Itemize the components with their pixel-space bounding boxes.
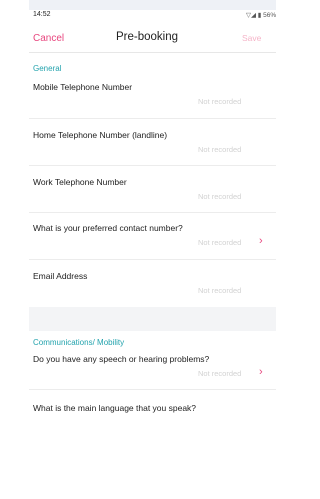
status-time: 14:52: [33, 11, 51, 18]
row-divider: [29, 118, 276, 119]
home-phone-label: Home Telephone Number (landline): [33, 130, 168, 140]
speech-hearing-label: Do you have any speech or hearing proble…: [33, 354, 210, 364]
main-language-label: What is the main language that you speak…: [33, 403, 197, 413]
save-button[interactable]: Save: [242, 33, 261, 43]
page-title: Pre-booking: [116, 31, 179, 43]
preferred-contact-value[interactable]: Not recorded: [198, 238, 241, 247]
section-title-communications: Communications/ Mobility: [33, 338, 125, 347]
mobile-phone-value[interactable]: Not recorded: [198, 97, 241, 106]
section-title-general: General: [33, 64, 62, 73]
section-spacer: [29, 307, 276, 331]
top-bar: [29, 0, 276, 10]
email-label: Email Address: [33, 271, 88, 281]
home-phone-value[interactable]: Not recorded: [198, 145, 241, 154]
speech-hearing-value[interactable]: Not recorded: [198, 369, 241, 378]
work-phone-value[interactable]: Not recorded: [198, 192, 241, 201]
chevron-right-icon[interactable]: ›: [259, 366, 263, 378]
email-value[interactable]: Not recorded: [198, 286, 241, 295]
work-phone-label: Work Telephone Number: [33, 177, 127, 187]
row-divider: [29, 259, 276, 260]
row-divider: [29, 212, 276, 213]
row-divider: [29, 165, 276, 166]
status-icons: ▽◢ ▮ 56%: [246, 12, 277, 19]
preferred-contact-label: What is your preferred contact number?: [33, 223, 183, 233]
mobile-phone-label: Mobile Telephone Number: [33, 82, 133, 92]
chevron-right-icon[interactable]: ›: [259, 235, 263, 247]
header-divider: [29, 52, 276, 53]
row-divider: [29, 389, 276, 390]
cancel-button[interactable]: Cancel: [33, 33, 64, 44]
